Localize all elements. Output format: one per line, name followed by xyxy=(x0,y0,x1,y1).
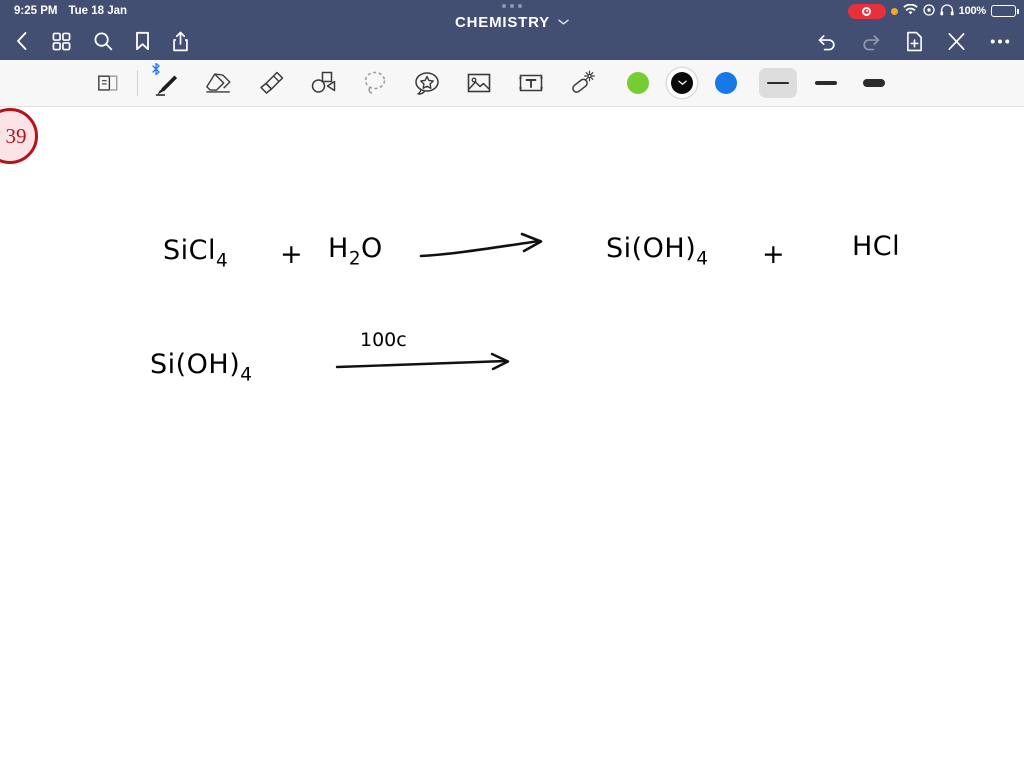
thumbnails-button[interactable] xyxy=(52,32,71,51)
chevron-down-icon xyxy=(677,80,687,85)
color-swatch-blue[interactable] xyxy=(715,72,737,94)
share-button[interactable] xyxy=(172,31,189,52)
back-button[interactable] xyxy=(14,30,30,52)
more-button[interactable] xyxy=(990,38,1010,45)
screen-recording-indicator-icon xyxy=(847,3,886,19)
highlighter-tool[interactable] xyxy=(245,61,297,105)
chevron-down-icon[interactable] xyxy=(558,13,569,31)
wifi-icon xyxy=(902,3,918,19)
equation-2-arrow xyxy=(335,352,510,371)
close-button[interactable] xyxy=(947,32,966,51)
battery-icon xyxy=(991,5,1019,17)
navigation-bar: CHEMISTRY xyxy=(0,4,1024,60)
shapes-tool[interactable] xyxy=(297,61,349,105)
equation-2-reactant-1: Si(OH)4 xyxy=(150,349,253,386)
text-tool[interactable] xyxy=(505,61,557,105)
color-swatch-group xyxy=(627,68,737,98)
pen-tool[interactable] xyxy=(141,61,193,105)
image-tool[interactable] xyxy=(453,61,505,105)
microphone-in-use-dot-icon xyxy=(890,7,898,15)
equation-2-arrow-label: 100c xyxy=(360,329,407,351)
page-flip-tool[interactable] xyxy=(82,61,134,105)
tool-group-primary xyxy=(82,61,609,105)
search-button[interactable] xyxy=(93,31,113,51)
bookmark-button[interactable] xyxy=(135,31,150,51)
navigation-bar-right xyxy=(816,31,1010,52)
equation-1-product-1: Si(OH)4 xyxy=(606,233,709,270)
stroke-width-group xyxy=(759,68,893,98)
status-bar-left: 9:25 PM Tue 18 Jan xyxy=(14,5,127,17)
stroke-width-thin[interactable] xyxy=(759,68,797,98)
location-icon xyxy=(923,3,935,19)
stroke-width-thick[interactable] xyxy=(855,68,893,98)
battery-percent-label: 100% xyxy=(958,5,987,17)
toolbar-divider xyxy=(137,70,138,96)
equation-1-reactant-1: SiCl4 xyxy=(163,235,229,272)
page-title: CHEMISTRY xyxy=(455,13,550,31)
lasso-tool[interactable] xyxy=(349,61,401,105)
redo-button[interactable] xyxy=(861,32,882,51)
notability-app-window: 9:25 PM Tue 18 Jan 100% CHEMISTRY 39 SiC… xyxy=(0,0,1024,768)
undo-button[interactable] xyxy=(816,32,837,51)
headphones-icon xyxy=(940,3,954,19)
equation-1-arrow xyxy=(419,232,543,258)
bluetooth-icon xyxy=(152,62,160,78)
equation-1-product-2: HCl xyxy=(852,231,901,262)
note-canvas[interactable]: 39 SiCl4 + H2O Si(OH)4 + HCl Si(OH)4 100… xyxy=(0,107,1024,768)
eraser-tool[interactable] xyxy=(193,61,245,105)
color-swatch-black[interactable] xyxy=(667,68,697,98)
add-page-button[interactable] xyxy=(906,31,923,52)
document-title-row[interactable]: CHEMISTRY xyxy=(455,13,569,31)
equation-1-plus-2: + xyxy=(762,239,786,270)
navigation-bar-left xyxy=(14,30,189,52)
equation-1-reactant-2: H2O xyxy=(328,233,383,270)
drawing-toolbar xyxy=(0,60,1024,107)
equation-1-plus-1: + xyxy=(280,239,304,270)
three-dots-handle-icon[interactable] xyxy=(502,4,522,8)
stroke-width-medium[interactable] xyxy=(807,68,845,98)
page-number-badge[interactable]: 39 xyxy=(0,108,38,164)
color-swatch-green[interactable] xyxy=(627,72,649,94)
status-bar-right: 100% xyxy=(847,3,1019,19)
page-number-label: 39 xyxy=(5,123,27,148)
magic-wand-tool[interactable] xyxy=(557,61,609,105)
status-time: 9:25 PM xyxy=(14,5,58,17)
status-date: Tue 18 Jan xyxy=(68,5,128,17)
sticker-star-tool[interactable] xyxy=(401,61,453,105)
